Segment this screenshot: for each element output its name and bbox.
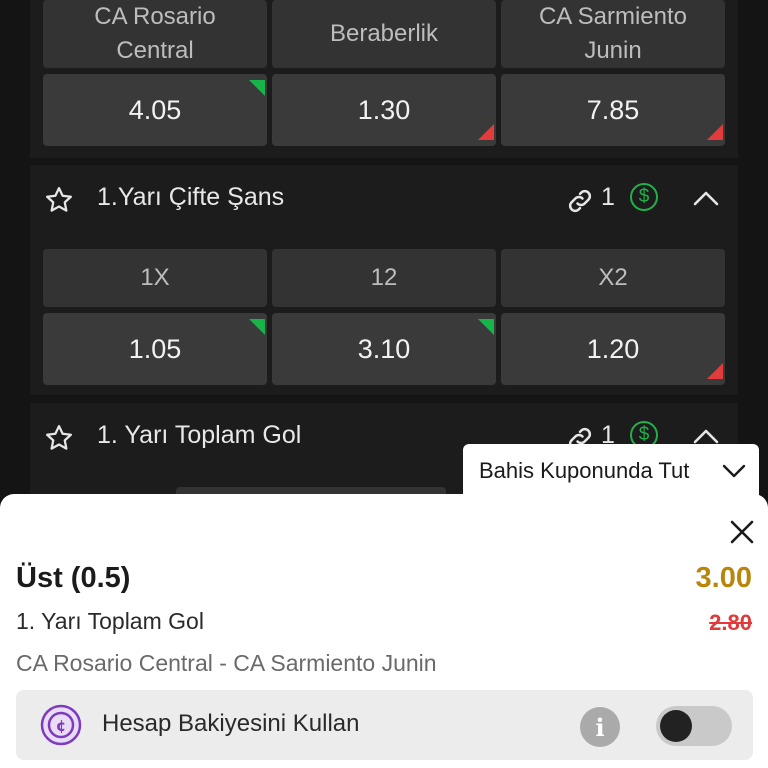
outcome-header-draw: Beraberlik [272,0,496,68]
link-count: 1 [601,183,615,211]
star-icon[interactable] [44,185,74,215]
odds-down-indicator-icon [707,363,723,379]
odd-value: 7.85 [586,95,640,125]
svg-text:¢: ¢ [56,717,66,735]
odd-button-1x[interactable]: 1.05 [43,313,267,385]
odd-button-home[interactable]: 4.05 [43,74,267,146]
outcome-header-label: 1X [140,264,170,291]
odds-down-indicator-icon [478,124,494,140]
selection-title: Üst (0.5) [16,562,131,594]
use-balance-row: ¢ Hesap Bakiyesini Kullan i [16,690,753,760]
outcome-header-label: CA Rosario Central [94,3,216,64]
odd-button-x2[interactable]: 1.20 [501,313,725,385]
market-title: 1. Yarı Toplam Gol [97,421,302,449]
use-balance-toggle[interactable] [656,706,732,746]
odd-value: 1.20 [586,334,640,364]
odd-button-12[interactable]: 3.10 [272,313,496,385]
odds-up-indicator-icon [249,80,265,96]
chevron-down-icon [722,464,746,478]
selection-market: 1. Yarı Toplam Gol [16,608,204,634]
match-name: CA Rosario Central - CA Sarmiento Junin [16,650,437,676]
odd-value: 1.05 [128,334,182,364]
toggle-knob [660,710,692,742]
odd-button-draw[interactable]: 1.30 [272,74,496,146]
odds-up-indicator-icon [478,319,494,335]
star-icon[interactable] [44,423,74,453]
odds-down-indicator-icon [707,124,723,140]
info-icon[interactable]: i [580,707,620,747]
outcome-header-x2: X2 [501,249,725,307]
keep-in-betslip-label: Bahis Kuponunda Tut [479,458,690,483]
chevron-up-icon[interactable] [692,189,720,209]
close-icon[interactable] [728,518,756,546]
odd-value: 3.10 [357,334,411,364]
market-title: 1.Yarı Çifte Şans [97,183,285,211]
odd-value: 4.05 [128,95,182,125]
outcome-header-label: CA Sarmiento Junin [538,3,688,64]
dollar-icon: $ [630,183,658,211]
use-balance-label: Hesap Bakiyesini Kullan [102,710,360,737]
outcome-header-label: Beraberlik [329,20,439,47]
outcome-header-label: X2 [598,264,628,291]
outcome-header-1x: 1X [43,249,267,307]
market-header-double-chance[interactable]: 1.Yarı Çifte Şans 1 $ [30,165,738,235]
outcome-header-home: CA Rosario Central [43,0,267,68]
odds-up-indicator-icon [249,319,265,335]
link-icon [568,189,592,213]
outcome-header-away: CA Sarmiento Junin [501,0,725,68]
odd-value: 1.30 [357,95,411,125]
new-odd-value: 3.00 [695,562,752,594]
outcome-header-12: 12 [272,249,496,307]
odd-button-away[interactable]: 7.85 [501,74,725,146]
coin-icon: ¢ [40,704,82,746]
old-odd-value: 2.80 [709,610,752,635]
outcome-header-label: 12 [370,264,398,291]
keep-in-betslip-dropdown[interactable]: Bahis Kuponunda Tut [463,444,759,496]
